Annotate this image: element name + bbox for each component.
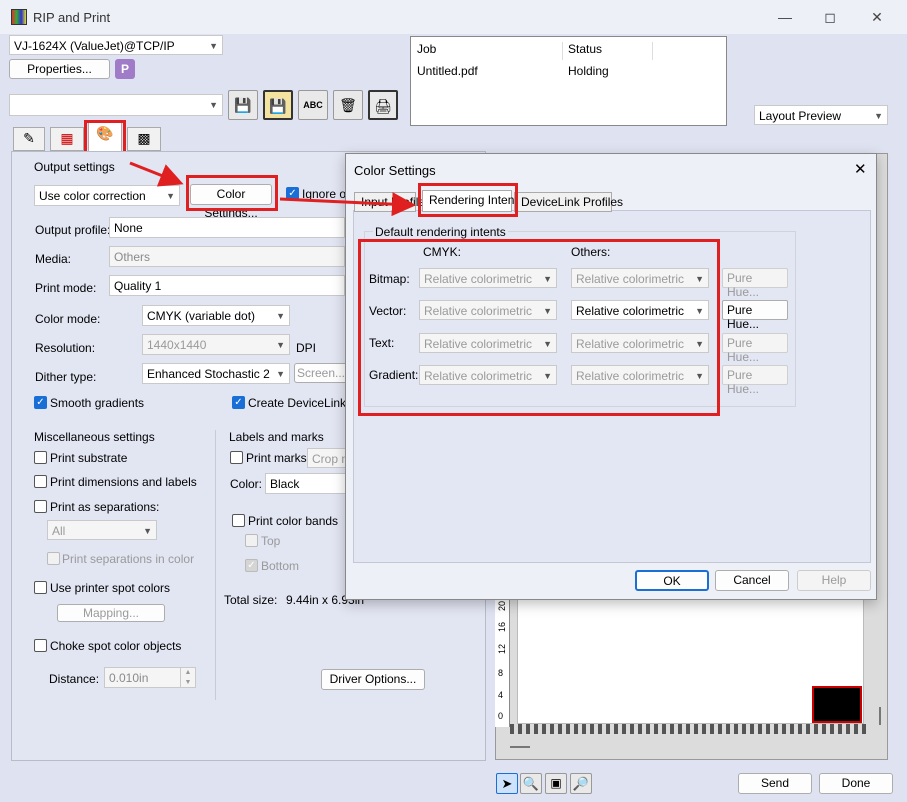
annotation-arrows <box>129 161 416 217</box>
arrow-button-to-dialog <box>279 192 416 217</box>
arrow-tab-to-button <box>129 161 184 187</box>
